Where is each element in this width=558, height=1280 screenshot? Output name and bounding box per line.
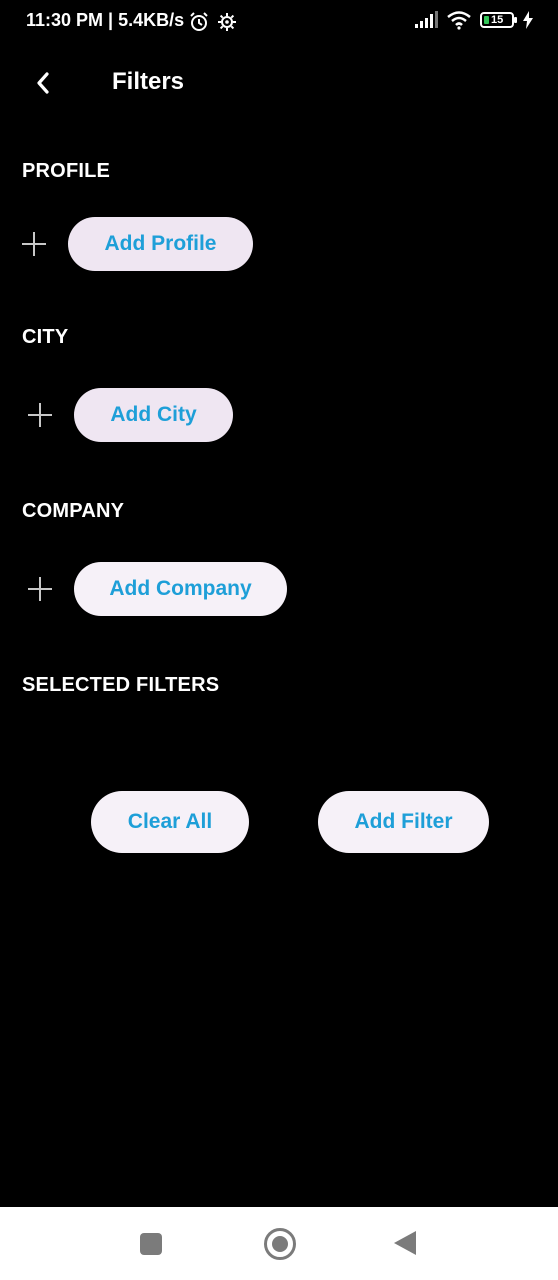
- company-section-title: COMPANY: [22, 500, 125, 522]
- battery-level: 15: [491, 14, 504, 26]
- nav-back-icon[interactable]: [394, 1231, 416, 1255]
- settings-gear-icon: [218, 13, 236, 31]
- selected-filters-title: SELECTED FILTERS: [22, 674, 220, 696]
- profile-section-title: PROFILE: [22, 160, 111, 182]
- status-time: 11:30 PM | 5.4KB/s: [26, 10, 185, 30]
- back-button[interactable]: [28, 66, 58, 100]
- add-company-button[interactable]: Add Company: [74, 562, 287, 616]
- nav-recents-icon[interactable]: [140, 1233, 162, 1255]
- add-city-button[interactable]: Add City: [74, 388, 233, 442]
- plus-icon[interactable]: [28, 403, 52, 427]
- wifi-icon: [447, 11, 471, 30]
- plus-icon[interactable]: [28, 577, 52, 601]
- status-right-icons: 15: [414, 10, 534, 30]
- add-filter-button[interactable]: Add Filter: [318, 791, 489, 853]
- page-title: Filters: [112, 68, 185, 95]
- battery-icon: 15: [480, 12, 517, 28]
- alarm-icon: [190, 12, 208, 31]
- nav-home-inner-icon: [272, 1236, 288, 1252]
- city-section-title: CITY: [22, 326, 69, 348]
- clear-all-button[interactable]: Clear All: [91, 791, 249, 853]
- charging-icon: [523, 11, 533, 29]
- plus-icon[interactable]: [22, 232, 46, 256]
- status-left-icons: [188, 11, 238, 33]
- back-arrow-icon: [37, 72, 49, 94]
- add-profile-button[interactable]: Add Profile: [68, 217, 253, 271]
- signal-icon: [415, 11, 438, 28]
